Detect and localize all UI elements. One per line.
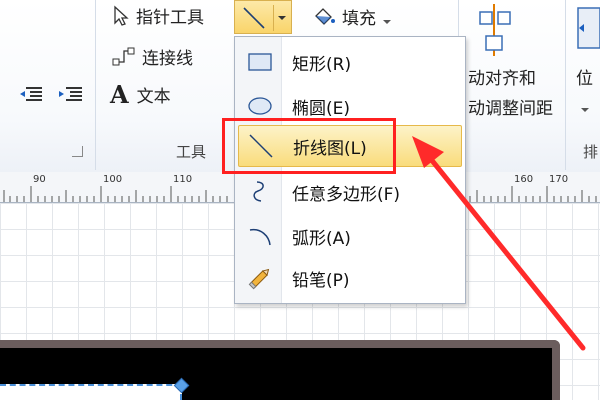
rectangle-icon bbox=[238, 42, 282, 82]
ruler-label: 110 bbox=[173, 174, 193, 185]
menu-item-freeform[interactable]: 任意多边形(F) bbox=[238, 172, 462, 212]
menu-item-label: 任意多边形(F) bbox=[292, 184, 401, 205]
group-label-tools: 工具 bbox=[176, 143, 207, 161]
connector-label: 连接线 bbox=[142, 49, 193, 69]
text-tool-icon: A bbox=[110, 80, 129, 109]
shape-dropdown-button[interactable] bbox=[234, 0, 292, 34]
indent-icon[interactable] bbox=[58, 86, 82, 102]
position-label: 位 bbox=[576, 69, 593, 89]
menu-item-arc[interactable]: 弧形(A) bbox=[238, 216, 462, 256]
fill-chevron-down-icon bbox=[382, 12, 392, 24]
group-label-arrange: 排 bbox=[583, 143, 599, 161]
dialog-launcher-icon[interactable] bbox=[72, 146, 83, 157]
ruler-label: 160 bbox=[514, 174, 534, 185]
fill-label: 填充 bbox=[342, 9, 376, 29]
connector-button[interactable]: 连接线 bbox=[112, 44, 193, 69]
auto-align-label-line2: 动调整间距 bbox=[468, 99, 553, 119]
paint-bucket-icon bbox=[312, 6, 336, 28]
position-button[interactable]: 位 bbox=[570, 0, 600, 120]
menu-item-label: 椭圆(E) bbox=[292, 98, 351, 119]
pointer-tool-button[interactable]: 指针工具 bbox=[112, 3, 204, 28]
group-separator bbox=[565, 0, 566, 170]
position-icon bbox=[576, 4, 600, 54]
align-left-icon[interactable] bbox=[20, 86, 42, 102]
line-icon bbox=[241, 5, 267, 31]
selected-shape-outline[interactable] bbox=[0, 384, 182, 400]
annotation-highlight-box bbox=[222, 118, 396, 174]
arc-icon bbox=[238, 216, 282, 256]
chevron-down-icon bbox=[273, 5, 290, 31]
ruler-label: 100 bbox=[103, 174, 123, 185]
pointer-tool-label: 指针工具 bbox=[136, 8, 204, 28]
pointer-icon bbox=[112, 5, 130, 27]
connector-icon bbox=[112, 46, 136, 68]
menu-item-rectangle[interactable]: 矩形(R) bbox=[238, 42, 462, 82]
menu-item-pencil[interactable]: 铅笔(P) bbox=[238, 258, 462, 298]
text-tool-label: 文本 bbox=[136, 87, 171, 107]
align-distribute-icon bbox=[474, 4, 514, 56]
freeform-icon bbox=[238, 172, 282, 212]
fill-button[interactable]: 填充 bbox=[312, 4, 392, 29]
auto-align-button[interactable]: 动对齐和 动调整间距 bbox=[462, 0, 553, 120]
menu-item-label: 铅笔(P) bbox=[292, 270, 350, 291]
ruler-label: 90 bbox=[33, 174, 46, 185]
group-separator bbox=[95, 0, 96, 170]
pencil-icon bbox=[238, 258, 282, 298]
ruler-label: 170 bbox=[549, 174, 569, 185]
position-chevron-down-icon bbox=[580, 100, 590, 112]
auto-align-label-line1: 动对齐和 bbox=[468, 69, 536, 89]
menu-item-label: 弧形(A) bbox=[292, 228, 351, 249]
text-tool-button[interactable]: A 文本 bbox=[110, 80, 171, 109]
menu-item-label: 矩形(R) bbox=[292, 54, 352, 75]
